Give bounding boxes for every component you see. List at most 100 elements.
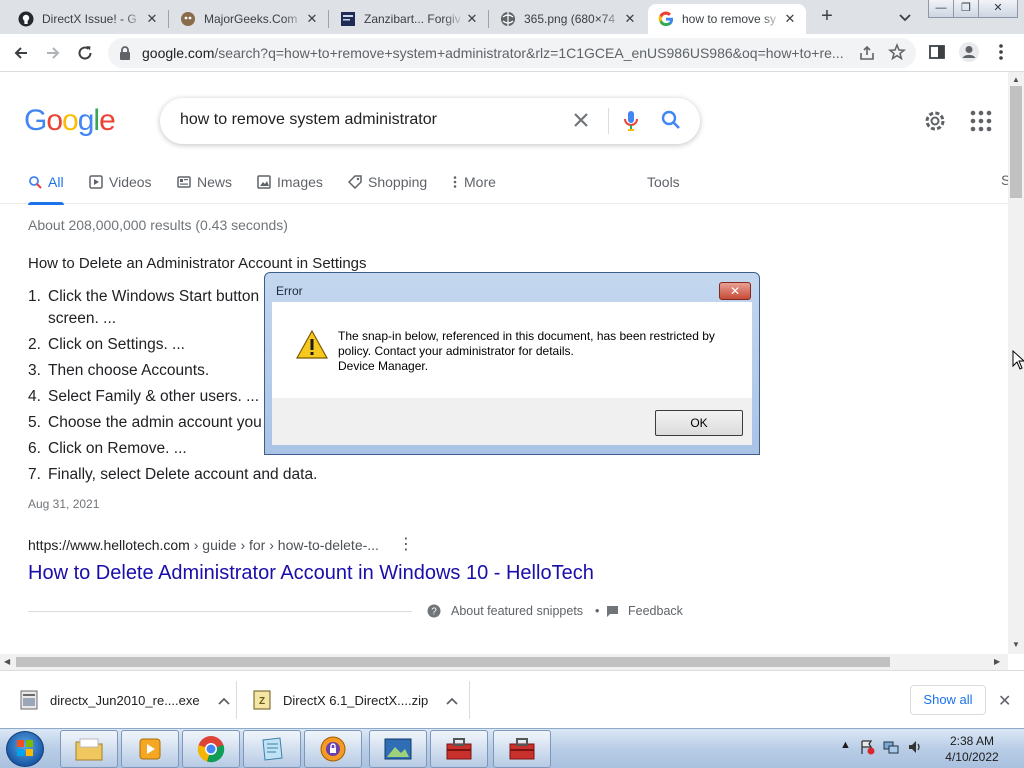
cite-path: › guide › for › how-to-delete-... [189,537,379,553]
taskbar-security-app[interactable] [304,730,362,768]
close-icon[interactable]: ✕ [304,11,320,27]
tab-label: More [464,174,496,190]
google-apps-grid-icon[interactable] [970,110,992,137]
tab-title: how to remove sy [682,12,777,26]
horizontal-scrollbar[interactable]: ◀ ▶ [0,654,1008,670]
tab-shopping[interactable]: Shopping [348,172,427,192]
chrome-icon [197,736,225,763]
lock-icon[interactable] [118,45,132,66]
chevron-up-icon[interactable] [217,693,230,708]
tab-label: Videos [109,174,152,190]
tab-videos[interactable]: Videos [89,172,152,192]
menu-kebab-icon[interactable] [996,43,1006,66]
tab-separator [328,10,329,28]
taskbar-clock[interactable]: 2:38 AM 4/10/2022 [940,733,1004,765]
chevron-down-icon[interactable] [896,8,914,26]
about-featured-snippets-link[interactable]: ? About featured snippets • [427,604,599,618]
microphone-icon[interactable] [622,109,640,138]
bookmark-star-icon[interactable] [888,42,906,66]
tray-expand-icon[interactable]: ▲ [840,739,851,758]
side-panel-icon[interactable] [928,43,946,66]
tab-zanzibart[interactable]: Zanzibart... Forgiv ✕ [330,4,488,34]
gear-icon[interactable] [922,108,948,139]
close-icon[interactable]: ✕ [998,691,1011,711]
tab-label: Tools [647,174,680,190]
download-item[interactable]: directx_Jun2010_re....exe [20,671,230,729]
show-all-downloads-button[interactable]: Show all [910,685,986,715]
download-filename: directx_Jun2010_re....exe [50,692,200,708]
video-icon [89,175,103,189]
feedback-label: Feedback [628,604,683,618]
tab-365-png[interactable]: 365.png (680×74 ✕ [490,4,646,34]
close-icon[interactable]: ✕ [622,11,638,27]
result-cite[interactable]: https://www.hellotech.com › guide › for … [28,537,379,553]
new-tab-button[interactable]: + [816,6,838,28]
restore-button[interactable]: ❐ [953,0,979,18]
result-options-icon[interactable]: ⋮ [398,537,414,553]
reload-button[interactable] [74,42,96,64]
profile-avatar-icon[interactable] [958,41,980,68]
scroll-thumb[interactable] [1010,86,1022,198]
taskbar-toolbox-1[interactable] [430,730,488,768]
tab-images[interactable]: Images [257,172,323,192]
chevron-up-icon[interactable] [446,693,458,708]
scroll-right-icon[interactable]: ▶ [994,657,1000,666]
tools-button[interactable]: Tools [647,172,680,192]
step-number: 1. [28,288,41,305]
network-icon[interactable] [883,739,899,758]
step-number: 5. [28,414,41,431]
close-icon[interactable]: ✕ [464,11,480,27]
scroll-thumb[interactable] [16,657,890,667]
taskbar-chrome[interactable] [182,730,240,768]
search-icon[interactable] [660,109,682,136]
tab-google-search[interactable]: how to remove sy ✕ [648,4,806,34]
taskbar-media-player[interactable] [121,730,179,768]
taskbar-explorer[interactable] [60,730,118,768]
start-button[interactable] [6,731,44,767]
download-item[interactable]: Z DirectX 6.1_DirectX....zip [253,671,463,729]
tab-title: MajorGeeks.Com [204,12,298,26]
step-text: Click on Remove. ... [48,440,187,457]
step-number: 3. [28,362,41,379]
clear-search-icon[interactable] [570,109,592,136]
forward-button[interactable] [42,42,64,64]
feedback-link[interactable]: Feedback [606,604,683,618]
taskbar-image-viewer[interactable] [369,730,427,768]
search-input[interactable]: how to remove system administrator [180,111,437,129]
snippet-divider [28,611,412,612]
action-center-flag-icon[interactable] [859,739,875,758]
step-number: 6. [28,440,41,457]
tab-strip: DirectX Issue! - G ✕ MajorGeeks.Com ✕ Za… [0,0,1024,34]
address-bar[interactable]: google.com/search?q=how+to+remove+system… [108,38,916,68]
list-item: 1. Click the Windows Start button [28,288,259,306]
dialog-close-button[interactable]: ✕ [719,282,751,300]
tab-all[interactable]: All [28,172,64,205]
back-button[interactable] [10,42,32,64]
tab-more[interactable]: More [452,172,496,192]
folder-icon [75,738,103,761]
windows-logo-icon [17,740,33,756]
result-title-link[interactable]: How to Delete Administrator Account in W… [28,562,594,585]
share-icon[interactable] [858,44,876,67]
close-icon[interactable]: ✕ [782,11,798,27]
volume-icon[interactable] [907,739,923,758]
scroll-left-icon[interactable]: ◀ [4,657,10,666]
google-logo[interactable]: Google [24,104,116,138]
search-nav-tabs: All Videos News Images Shopping More Too… [0,166,1008,205]
tab-majorgeeks[interactable]: MajorGeeks.Com ✕ [170,4,328,34]
list-item: 2. Click on Settings. ... [28,336,185,354]
taskbar-notepad[interactable] [243,730,301,768]
tab-directx-issue[interactable]: DirectX Issue! - G ✕ [8,4,168,34]
scroll-up-icon[interactable]: ▲ [1012,75,1020,84]
taskbar-toolbox-2[interactable] [493,730,551,768]
svg-text:Z: Z [259,696,265,707]
minimize-button[interactable]: — [928,0,954,18]
tab-news[interactable]: News [177,172,232,192]
search-box[interactable]: how to remove system administrator [160,98,700,144]
window-close-button[interactable]: ✕ [978,0,1018,18]
scroll-down-icon[interactable]: ▼ [1012,640,1020,649]
ok-button[interactable]: OK [655,410,743,436]
list-item: 4. Select Family & other users. ... [28,388,259,406]
close-icon[interactable]: ✕ [144,11,160,27]
snippet-date: Aug 31, 2021 [28,497,100,511]
